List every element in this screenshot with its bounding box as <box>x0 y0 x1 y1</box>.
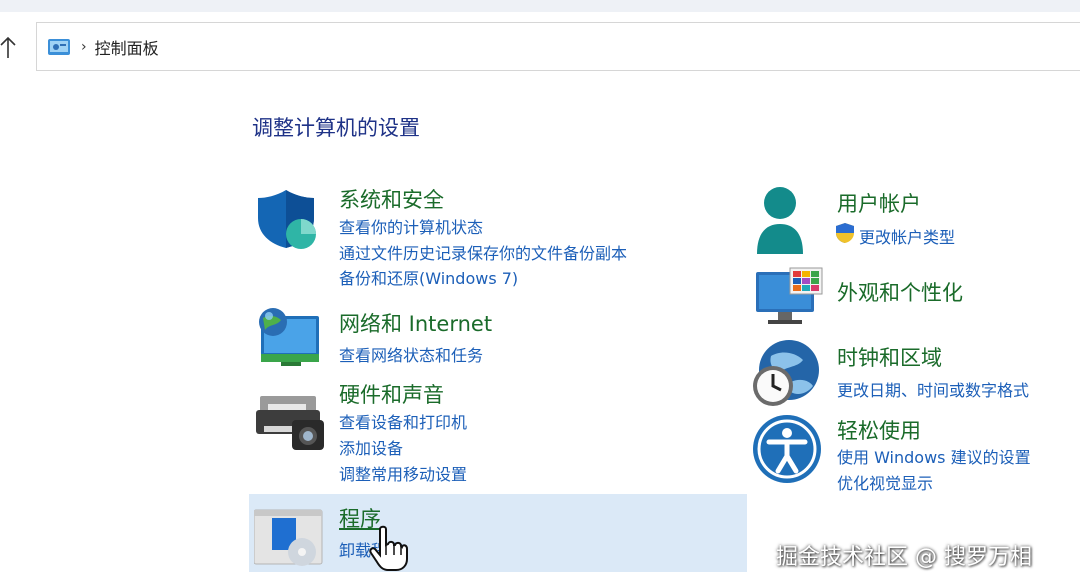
category-title-user-accounts[interactable]: 用户帐户 <box>837 188 921 218</box>
breadcrumb[interactable]: 控制面板 <box>95 35 159 59</box>
category-title-network-internet[interactable]: 网络和 Internet <box>339 308 492 338</box>
ease-of-access-icon <box>753 415 821 483</box>
link-add-device[interactable]: 添加设备 <box>339 435 403 459</box>
category-title-appearance[interactable]: 外观和个性化 <box>837 277 963 307</box>
link-view-computer-status[interactable]: 查看你的计算机状态 <box>339 214 483 238</box>
link-date-time-format[interactable]: 更改日期、时间或数字格式 <box>837 377 1029 401</box>
control-panel-icon <box>48 38 70 55</box>
clock-globe-icon <box>753 340 819 406</box>
chevron-right-icon: › <box>81 38 87 55</box>
window-top-strip <box>0 0 1080 12</box>
printer-camera-icon <box>256 396 324 450</box>
link-devices-printers[interactable]: 查看设备和打印机 <box>339 409 467 433</box>
category-title-clock-region[interactable]: 时钟和区域 <box>837 342 942 372</box>
shield-icon <box>258 190 316 249</box>
programs-disc-icon <box>254 509 323 566</box>
network-globe-icon <box>259 308 319 366</box>
watermark-text: 掘金技术社区 @ 搜罗万相 <box>776 545 1032 570</box>
link-change-account-type[interactable]: 更改帐户类型 <box>859 224 955 248</box>
uac-shield-icon <box>836 223 854 243</box>
hand-cursor-icon <box>369 525 408 571</box>
address-bar[interactable]: › 控制面板 <box>36 22 1080 71</box>
appearance-monitor-icon <box>756 267 823 324</box>
link-windows-recommended-settings[interactable]: 使用 Windows 建议的设置 <box>837 444 1031 468</box>
link-file-history[interactable]: 通过文件历史记录保存你的文件备份副本 <box>339 240 627 264</box>
page-title: 调整计算机的设置 <box>252 116 420 140</box>
link-backup-restore[interactable]: 备份和还原(Windows 7) <box>339 265 518 289</box>
category-title-system-security[interactable]: 系统和安全 <box>339 184 444 214</box>
link-network-status[interactable]: 查看网络状态和任务 <box>339 342 483 366</box>
category-title-hardware-sound[interactable]: 硬件和声音 <box>339 379 444 409</box>
link-mobility-settings[interactable]: 调整常用移动设置 <box>339 461 467 485</box>
user-account-icon <box>757 187 803 254</box>
link-optimize-visual-display[interactable]: 优化视觉显示 <box>837 470 933 494</box>
up-arrow-icon[interactable] <box>0 34 20 60</box>
category-title-ease-of-access[interactable]: 轻松使用 <box>837 415 921 445</box>
